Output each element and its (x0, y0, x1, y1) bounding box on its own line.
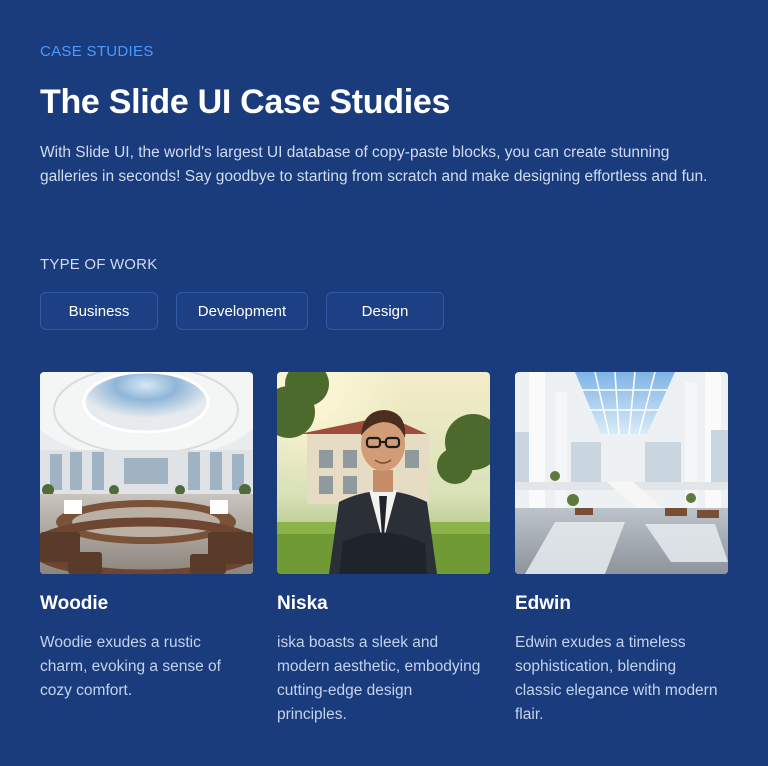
filter-business-button[interactable]: Business (40, 292, 158, 330)
page-title: The Slide UI Case Studies (40, 83, 451, 121)
filter-heading: TYPE OF WORK (40, 256, 158, 273)
conference-hall-image[interactable] (40, 372, 253, 574)
card-description: iska boasts a sleek and modern aesthetic… (277, 634, 481, 723)
case-card-niska[interactable]: Niska iska boasts a sleek and modern aes… (277, 372, 490, 723)
card-description: Edwin exudes a timeless sophistication, … (515, 634, 718, 723)
card-title[interactable]: Niska (277, 593, 328, 615)
section-eyebrow: CASE STUDIES (40, 43, 154, 60)
filter-design-button[interactable]: Design (326, 292, 444, 330)
card-description: Woodie exudes a rustic charm, evoking a … (40, 634, 221, 699)
card-title[interactable]: Edwin (515, 593, 571, 615)
card-title[interactable]: Woodie (40, 593, 108, 615)
businessman-portrait-image[interactable] (277, 372, 490, 574)
case-card-woodie[interactable]: Woodie Woodie exudes a rustic charm, evo… (40, 372, 253, 699)
filter-development-button[interactable]: Development (176, 292, 308, 330)
case-card-edwin[interactable]: Edwin Edwin exudes a timeless sophistica… (515, 372, 728, 723)
atrium-interior-image[interactable] (515, 372, 728, 574)
intro-text: With Slide UI, the world's largest UI da… (40, 144, 708, 185)
